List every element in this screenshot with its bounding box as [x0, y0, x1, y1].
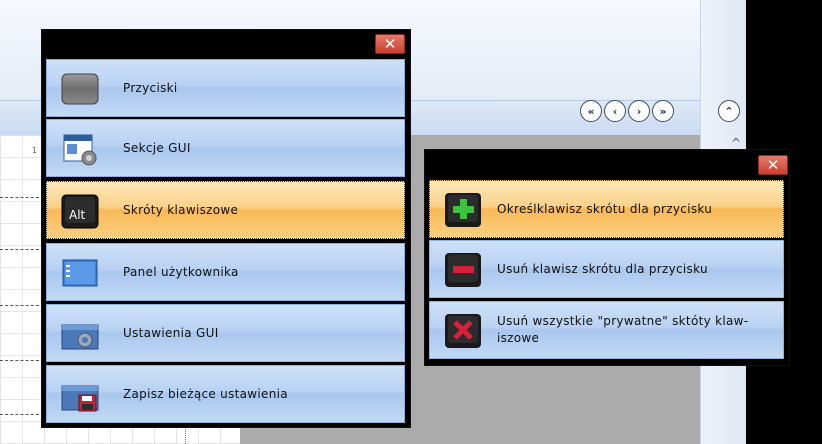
alt-key-icon: Alt: [61, 194, 99, 229]
menu-item-label: Przyciski: [123, 80, 178, 95]
menu-item-label: Skróty klawiszowe: [123, 202, 239, 217]
menu-item-buttons[interactable]: Przyciski: [46, 59, 405, 117]
submenu-item-assign-shortcut[interactable]: Określklawisz skrótu dla przycisku: [429, 180, 784, 238]
menu-item-label: Sekcje GUI: [123, 140, 191, 155]
menu-item-gui-settings[interactable]: Ustawienia GUI: [46, 304, 405, 362]
menu-item-label: Panel użytkownika: [123, 264, 239, 279]
submenu-item-label: Usuń wszystkie "prywatne" sktóty klaw-is…: [497, 314, 749, 345]
page-break-line: [0, 249, 44, 250]
submenu-item-label: Określklawisz skrótu dla przycisku: [497, 201, 713, 216]
page-break-line: [0, 360, 44, 361]
page-navigation: « ‹ › »: [580, 100, 674, 124]
page-break-line: [0, 414, 44, 415]
ruler-number: 1: [32, 146, 38, 155]
main-menu-popup: ✕ Przyciski Sekcje GUI Alt Skróty klawis…: [41, 29, 411, 428]
close-button[interactable]: ✕: [758, 155, 788, 175]
add-key-icon: [445, 193, 481, 227]
scroll-up-icon[interactable]: ^: [731, 136, 741, 150]
close-button[interactable]: ✕: [375, 34, 405, 54]
svg-text:Alt: Alt: [69, 208, 86, 222]
user-panel-icon: [62, 259, 98, 287]
delete-all-keys-icon: [445, 314, 481, 348]
submenu-item-remove-shortcut[interactable]: Usuń klawisz skrótu dla przycisku: [429, 240, 784, 298]
menu-item-user-panel[interactable]: Panel użytkownika: [46, 243, 405, 301]
button-icon: [61, 73, 99, 105]
first-page-button[interactable]: «: [580, 100, 602, 122]
page-break-line: [0, 305, 44, 306]
save-settings-icon: [61, 385, 99, 412]
menu-item-label: Ustawienia GUI: [123, 325, 219, 340]
submenu-titlebar[interactable]: ✕: [425, 150, 789, 178]
next-page-button[interactable]: ›: [628, 100, 650, 122]
menu-item-save-settings[interactable]: Zapisz bieżące ustawienia: [46, 365, 405, 423]
gui-settings-icon: [61, 324, 99, 350]
menu-item-gui-sections[interactable]: Sekcje GUI: [46, 119, 405, 177]
last-page-button[interactable]: »: [652, 100, 674, 122]
menu-item-label: Zapisz bieżące ustawienia: [123, 386, 288, 401]
page-break-line: [0, 197, 44, 198]
collapse-ribbon-button[interactable]: ⌃: [718, 100, 740, 122]
shortcuts-submenu-popup: ✕ Określklawisz skrótu dla przycisku Usu…: [424, 149, 790, 366]
submenu-item-remove-all-shortcuts[interactable]: Usuń wszystkie "prywatne" sktóty klaw-is…: [429, 301, 784, 359]
remove-key-icon: [445, 253, 481, 287]
main-menu-titlebar[interactable]: ✕: [42, 30, 410, 58]
menu-item-shortcuts[interactable]: Alt Skróty klawiszowe: [46, 181, 405, 239]
submenu-item-label: Usuń klawisz skrótu dla przycisku: [497, 261, 708, 276]
gui-sections-icon: [63, 134, 97, 166]
prev-page-button[interactable]: ‹: [604, 100, 626, 122]
